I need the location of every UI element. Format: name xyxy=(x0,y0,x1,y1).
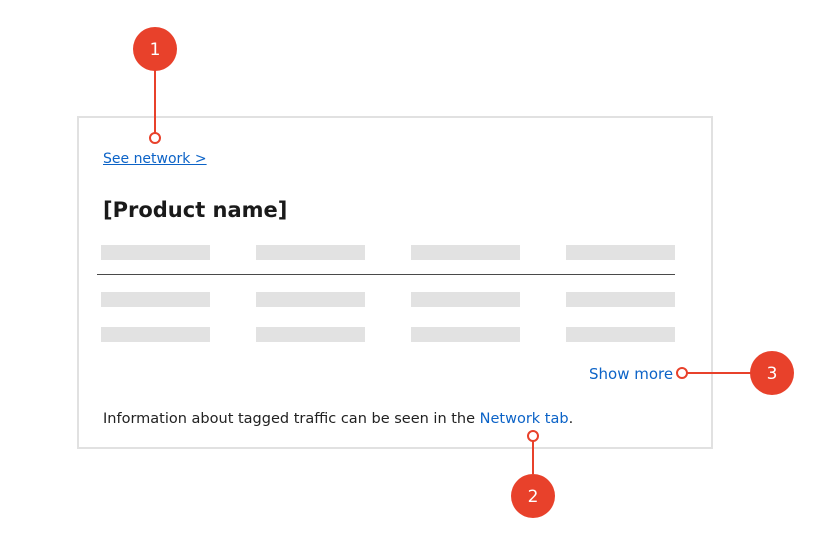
callout-1-anchor-ring xyxy=(149,132,161,144)
callout-3: 3 xyxy=(676,351,794,395)
callout-2-anchor-ring xyxy=(527,430,539,442)
callout-2-number: 2 xyxy=(528,487,539,507)
callout-1: 1 xyxy=(133,27,177,144)
callout-3-anchor-ring xyxy=(676,367,688,379)
callout-1-number: 1 xyxy=(150,40,161,60)
callout-2: 2 xyxy=(511,430,555,518)
callout-overlay: 1 2 3 xyxy=(133,27,794,518)
callout-3-number: 3 xyxy=(767,364,778,384)
